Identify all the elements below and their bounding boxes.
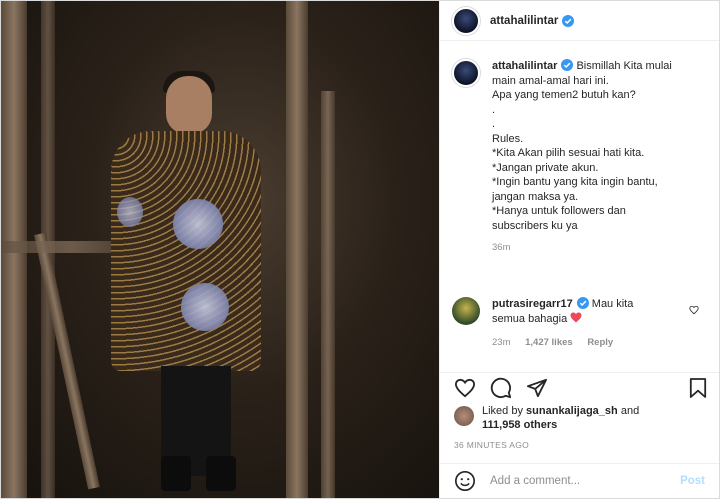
caption-line: subscribers ku ya	[492, 219, 578, 232]
flower-motif	[173, 199, 223, 249]
instagram-post-window: attahalilintar attahalilintar Bismillah …	[0, 0, 720, 499]
post-side-panel: attahalilintar attahalilintar Bismillah …	[439, 1, 719, 498]
comment-input[interactable]: Add a comment...	[490, 475, 680, 487]
comment-likes[interactable]: 1,427 likes	[525, 337, 573, 348]
caption-age[interactable]: 36m	[492, 242, 510, 253]
caption-line: main amal-amal hari ini.	[492, 74, 609, 87]
caption-line: Apa yang temen2 butuh kan?	[492, 89, 636, 101]
share-icon[interactable]	[526, 378, 548, 398]
emoji-icon[interactable]	[454, 470, 476, 492]
heart-icon[interactable]	[454, 378, 476, 398]
comment-age[interactable]: 23m	[492, 337, 510, 348]
header-username[interactable]: attahalilintar	[490, 15, 558, 27]
comment-icon[interactable]	[490, 377, 512, 399]
post-header: attahalilintar	[440, 1, 719, 41]
caption-line: *Ingin bantu yang kita ingin bantu,	[492, 176, 658, 188]
liked-user[interactable]: sunankalijaga_sh	[526, 405, 618, 417]
bookmark-icon[interactable]	[689, 377, 707, 399]
caption-meta: 36m	[492, 241, 709, 256]
liked-prefix: Liked by	[482, 405, 523, 417]
comment-text: semua bahagia	[492, 312, 568, 325]
avatar[interactable]	[454, 406, 474, 426]
comment-username[interactable]: putrasiregarr17	[492, 298, 573, 310]
caption-body: attahalilintar Bismillah Kita mulai main…	[492, 59, 709, 256]
caption-line: *Jangan private akun.	[492, 161, 599, 174]
wood-post-right	[286, 1, 308, 498]
head	[166, 76, 212, 134]
caption-line: *Kita Akan pilih sesuai hati kita.	[492, 147, 645, 159]
comments-area: attahalilintar Bismillah Kita mulai main…	[452, 59, 709, 359]
comment-item: putrasiregarr17 Mau kita semua bahagia 2…	[452, 297, 709, 351]
avatar[interactable]	[452, 59, 480, 87]
caption-line: Rules.	[492, 132, 524, 145]
caption-line: Bismillah Kita mulai	[576, 60, 672, 72]
verified-badge-icon	[576, 297, 589, 309]
boot	[206, 456, 236, 491]
flower-motif	[181, 283, 229, 331]
caption-line: .	[492, 103, 496, 116]
caption: attahalilintar Bismillah Kita mulai main…	[452, 59, 709, 256]
red-heart-emoji-icon	[570, 312, 582, 322]
reply-button[interactable]: Reply	[587, 337, 613, 348]
caption-line: jangan maksa ya.	[492, 190, 579, 203]
caption-line: .	[492, 118, 496, 130]
avatar[interactable]	[452, 297, 480, 325]
flower-motif	[117, 197, 143, 227]
batik-shirt	[111, 131, 261, 371]
action-bar	[440, 372, 719, 402]
caption-line: *Hanya untuk followers dan	[492, 205, 626, 217]
heart-icon[interactable]	[689, 305, 699, 315]
caption-username[interactable]: attahalilintar	[492, 60, 557, 72]
liked-others[interactable]: 111,958 others	[482, 418, 639, 432]
add-comment-bar: Add a comment... Post	[440, 463, 719, 498]
verified-badge-icon	[562, 14, 575, 27]
avatar[interactable]	[452, 6, 480, 35]
post-button[interactable]: Post	[680, 475, 705, 487]
verified-badge-icon	[561, 59, 574, 71]
comment-meta: 23m 1,427 likes Reply	[492, 336, 692, 351]
post-photo[interactable]	[1, 1, 439, 498]
post-timestamp[interactable]: 36 MINUTES AGO	[454, 440, 529, 450]
wood-post	[321, 91, 335, 498]
liked-joiner: and	[620, 405, 640, 417]
liked-by: Liked by sunankalijaga_sh and 111,958 ot…	[454, 404, 639, 432]
comment-text: Mau kita	[591, 298, 634, 310]
boot	[161, 456, 191, 491]
comment-body: putrasiregarr17 Mau kita semua bahagia 2…	[492, 297, 692, 351]
